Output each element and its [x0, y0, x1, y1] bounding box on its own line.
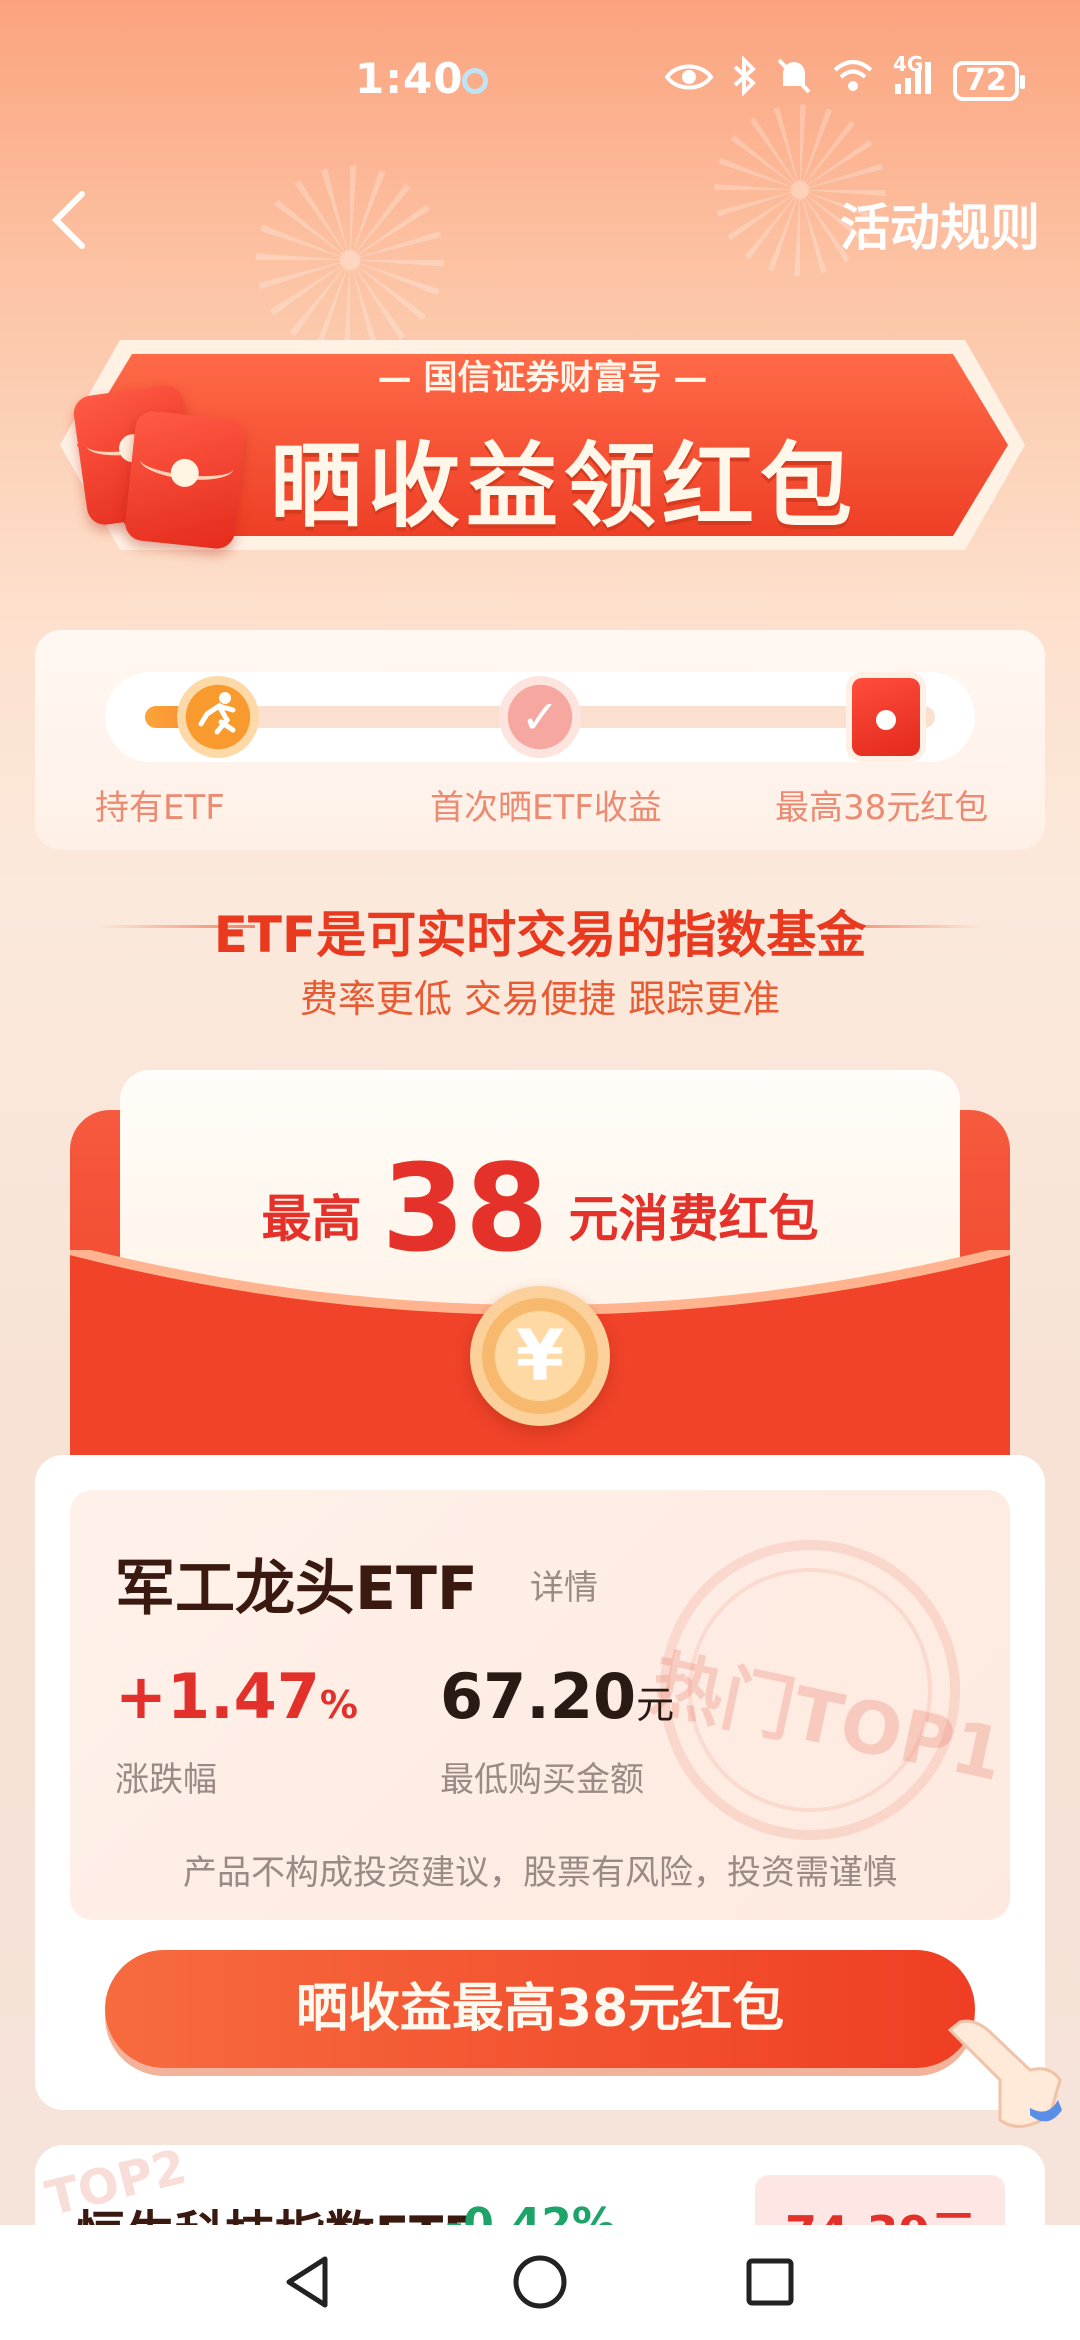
min-purchase-unit: 元 [636, 1683, 675, 1727]
fund-detail-link[interactable]: 详情 [530, 1560, 598, 1609]
back-button[interactable] [40, 180, 100, 260]
bluetooth-icon [731, 55, 757, 105]
promo-banner: — 国信证券财富号 — 晒收益领红包 [50, 320, 1035, 570]
change-number: +1.47 [115, 1660, 320, 1733]
product-card: 热门TOP1 军工龙头ETF 详情 +1.47% 涨跌幅 67.20元 最低购买… [35, 1455, 1045, 2110]
page: 1:40 4G 72 活动规则 — 国信证券财富号 — 晒收益领红包 ✓ 持有E… [0, 0, 1080, 2340]
banner-title: 晒收益领红包 [270, 433, 859, 540]
min-purchase-number: 67.20 [440, 1660, 637, 1733]
etf-headline: ETF是可实时交易的指数基金 [213, 906, 867, 964]
network-type-label: 4G [893, 52, 924, 76]
running-person-icon [177, 676, 259, 758]
step-label-share-earnings: 首次晒ETF收益 [430, 788, 662, 828]
circle-home-icon [513, 2255, 567, 2309]
red-envelope-icon [123, 409, 247, 551]
share-earnings-button[interactable]: 晒收益最高38元红包 [105, 1950, 975, 2068]
wifi-icon [831, 58, 875, 103]
min-purchase-value: 67.20元 [440, 1660, 674, 1733]
chevron-left-icon [51, 191, 85, 249]
nav-back-button[interactable] [275, 2247, 345, 2317]
progress-card: ✓ 持有ETF 首次晒ETF收益 最高38元红包 [35, 630, 1045, 850]
activity-rules-link[interactable]: 活动规则 [840, 188, 1040, 260]
battery-indicator: 72 [953, 60, 1025, 101]
fund-name: 军工龙头ETF [115, 1554, 478, 1624]
etf-subline: 费率更低 交易便捷 跟踪更准 [299, 977, 781, 1021]
change-value: +1.47% [115, 1660, 358, 1733]
change-unit: % [319, 1683, 358, 1727]
step-label-hold-etf: 持有ETF [95, 788, 225, 828]
nav-home-button[interactable] [505, 2247, 575, 2317]
red-envelope-graphic: 最高 38 元消费红包 ¥ [70, 1070, 1010, 1470]
banner-subtitle: — 国信证券财富号 — [377, 358, 708, 398]
hot-top1-stamp: 热门TOP1 [644, 1540, 1010, 1840]
min-purchase-label: 最低购买金额 [440, 1760, 644, 1800]
status-icons: 4G 72 [664, 52, 1025, 105]
cellular-signal-icon: 4G [893, 52, 935, 101]
eye-icon [664, 59, 714, 103]
status-time: 1:40 [355, 54, 464, 103]
red-envelope-icon [852, 678, 920, 756]
checkmark-icon: ✓ [499, 676, 581, 758]
pointing-hand-icon [947, 2019, 1062, 2128]
step-label-red-envelope: 最高38元红包 [775, 788, 989, 828]
product-info: 热门TOP1 军工龙头ETF 详情 +1.47% 涨跌幅 67.20元 最低购买… [70, 1490, 1010, 1920]
location-indicator-icon [462, 68, 488, 94]
yuan-coin-icon: ¥ [470, 1286, 610, 1426]
system-nav-bar [0, 2225, 1080, 2340]
change-label: 涨跌幅 [115, 1760, 217, 1800]
mute-bell-icon [775, 56, 813, 105]
status-bar: 1:40 4G 72 [0, 40, 1080, 120]
nav-recents-button[interactable] [735, 2247, 805, 2317]
envelope-prefix: 最高 [261, 1190, 362, 1248]
triangle-back-icon [286, 2256, 328, 2308]
risk-disclaimer: 产品不构成投资建议，股票有风险，投资需谨慎 [183, 1853, 897, 1893]
stamp-text: 热门TOP1 [643, 1640, 1010, 1798]
envelope-suffix: 元消费红包 [568, 1190, 819, 1248]
progress-track: ✓ [105, 672, 975, 762]
square-recents-icon [746, 2258, 794, 2306]
